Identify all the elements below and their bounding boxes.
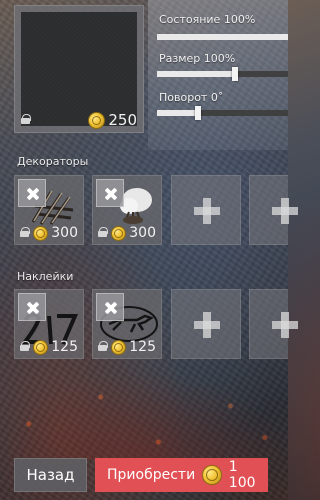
plus-icon [272,198,298,224]
coin-icon [111,339,127,355]
lock-icon [20,341,30,351]
stickers-title: Наклейки [17,270,74,283]
lock-icon [98,341,108,351]
coin-icon [33,225,49,241]
coin-icon [202,465,222,485]
buy-label: Приобрести [107,467,196,483]
remove-sticker-1-button[interactable] [18,293,46,321]
coin-icon [88,111,106,129]
decorator-slot-add-2[interactable] [249,175,298,245]
rotation-label: Поворот 0˚ [159,91,224,104]
close-icon [105,302,117,314]
sticker-slot-1[interactable]: 125 [14,289,84,359]
size-label: Размер 100% [159,52,236,65]
decorator-slot-add-1[interactable] [171,175,241,245]
sticker-2-price: 125 [111,339,156,355]
decorator-1-price: 300 [33,225,78,241]
sticker-slot-add-1[interactable] [171,289,241,359]
remove-sticker-2-button[interactable] [96,293,124,321]
decorator-slot-1[interactable]: 300 [14,175,84,245]
lock-icon [20,227,30,237]
sticker-slot-add-2[interactable] [249,289,298,359]
close-icon [27,188,39,200]
remove-decorator-2-button[interactable] [96,179,124,207]
rotation-slider-handle[interactable] [195,106,201,120]
background-embers [0,370,288,460]
lock-icon [21,114,31,124]
condition-label: Состояние 100% [159,13,256,26]
size-slider-handle[interactable] [232,67,238,81]
preview-price: 250 [88,111,137,129]
camouflage-preview: 250 [14,5,144,133]
size-slider[interactable] [157,67,288,81]
lock-icon [98,227,108,237]
close-icon [27,302,39,314]
plus-icon [194,312,220,338]
decorators-title: Декораторы [17,155,89,168]
preview-image [21,12,137,126]
rotation-slider[interactable] [157,106,288,120]
coin-icon [111,225,127,241]
preview-price-value: 250 [108,111,137,129]
buy-price: 1 100 [228,459,256,491]
decorator-slot-2[interactable]: 300 [92,175,162,245]
buy-button[interactable]: Приобрести 1 100 [95,458,268,492]
close-icon [105,188,117,200]
plus-icon [272,312,298,338]
decorator-2-price: 300 [111,225,156,241]
remove-decorator-1-button[interactable] [18,179,46,207]
back-button[interactable]: Назад [14,458,87,492]
sticker-slot-2[interactable]: 125 [92,289,162,359]
condition-slider[interactable] [157,34,288,40]
sticker-1-price: 125 [33,339,78,355]
plus-icon [194,198,220,224]
coin-icon [33,339,49,355]
